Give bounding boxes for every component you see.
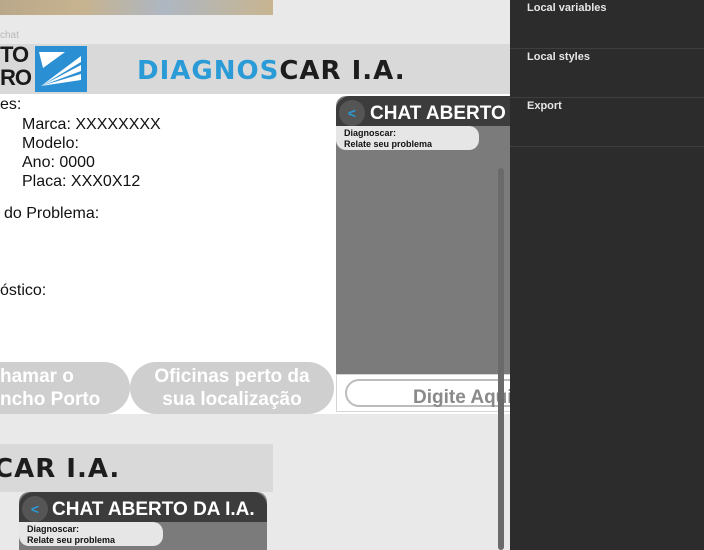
chat-header: < CHAT ABERTO bbox=[336, 96, 510, 126]
nearby-workshops-line1: Oficinas perto da bbox=[154, 366, 310, 387]
problem-heading: do Problema: bbox=[4, 205, 100, 222]
canvas-scrollbar[interactable] bbox=[498, 168, 504, 550]
chat-message-sender: Diagnoscar: bbox=[344, 128, 397, 138]
chat-header-secondary: < CHAT ABERTO DA I.A. bbox=[19, 492, 267, 522]
brand-title-part1: DIAGNOS bbox=[137, 56, 280, 86]
side-item-export[interactable]: Export bbox=[510, 98, 704, 147]
sail-logo-icon bbox=[35, 46, 87, 92]
brand-title-part2: CAR I.A. bbox=[279, 56, 406, 86]
chat-title: CHAT ABERTO bbox=[370, 103, 506, 124]
chat-message-bubble: Diagnoscar: Relate seu problema bbox=[19, 522, 163, 546]
diagnosis-heading: óstico: bbox=[0, 282, 47, 299]
call-porto-line1: hamar o bbox=[0, 366, 74, 387]
frame-label[interactable]: chat bbox=[0, 30, 19, 41]
vehicle-ano: Ano: 0000 bbox=[22, 154, 95, 171]
chat-message-text: Relate seu problema bbox=[344, 139, 433, 149]
side-item-local-styles[interactable]: Local styles bbox=[510, 49, 704, 98]
chat-message-bubble: Diagnoscar: Relate seu problema bbox=[336, 126, 479, 150]
call-porto-line2: ncho Porto bbox=[0, 389, 101, 410]
chat-title-secondary: CHAT ABERTO DA I.A. bbox=[52, 499, 255, 520]
app-header-secondary[interactable]: CAR I.A. bbox=[0, 444, 273, 492]
chat-input-bar: Digite Aqui bbox=[336, 374, 510, 412]
brand-title-secondary: CAR I.A. bbox=[0, 454, 120, 484]
vehicle-modelo: Modelo: bbox=[22, 135, 79, 152]
vehicle-placa: Placa: XXX0X12 bbox=[22, 173, 141, 190]
call-porto-button[interactable]: hamar o ncho Porto bbox=[0, 362, 130, 414]
vehicle-marca: Marca: XXXXXXXX bbox=[22, 116, 161, 133]
side-item-local-variables[interactable]: Local variables bbox=[510, 0, 704, 49]
design-side-panel: Local variables Local styles Export bbox=[510, 0, 704, 550]
chat-input-placeholder: Digite Aqui bbox=[413, 387, 510, 408]
top-image-strip bbox=[0, 0, 273, 15]
chat-input-field[interactable]: Digite Aqui bbox=[345, 379, 510, 408]
back-arrow-icon[interactable]: < bbox=[339, 100, 365, 126]
nearby-workshops-button[interactable]: Oficinas perto da sua localização bbox=[130, 362, 334, 414]
chat-message-text: Relate seu problema bbox=[27, 535, 116, 545]
side-item-label: Local variables bbox=[527, 2, 607, 14]
app-header: TO RO DIAGNOSCAR I.A. bbox=[0, 44, 510, 94]
chat-panel-secondary[interactable]: < CHAT ABERTO DA I.A. Diagnoscar: Relate… bbox=[19, 492, 267, 550]
logo-text-line2: RO bbox=[0, 65, 32, 90]
app-frame-main[interactable]: TO RO DIAGNOSCAR I.A. es: Marca: XXXXXXX… bbox=[0, 44, 510, 414]
side-item-label: Export bbox=[527, 100, 562, 112]
brand-title-secondary-text: CAR I.A. bbox=[0, 454, 121, 484]
vehicle-heading: es: bbox=[0, 96, 22, 113]
nearby-workshops-line2: sua localização bbox=[162, 389, 302, 410]
back-arrow-icon[interactable]: < bbox=[22, 496, 48, 522]
side-item-label: Local styles bbox=[527, 51, 590, 63]
logo-text-line1: TO bbox=[0, 42, 29, 67]
chat-message-sender: Diagnoscar: bbox=[27, 524, 80, 534]
chat-panel: < CHAT ABERTO Diagnoscar: Relate seu pro… bbox=[336, 96, 510, 374]
brand-title: DIAGNOSCAR I.A. bbox=[137, 56, 406, 86]
design-canvas[interactable]: chat TO RO DIAGNOSCAR I.A. es: Marca: XX… bbox=[0, 0, 510, 550]
